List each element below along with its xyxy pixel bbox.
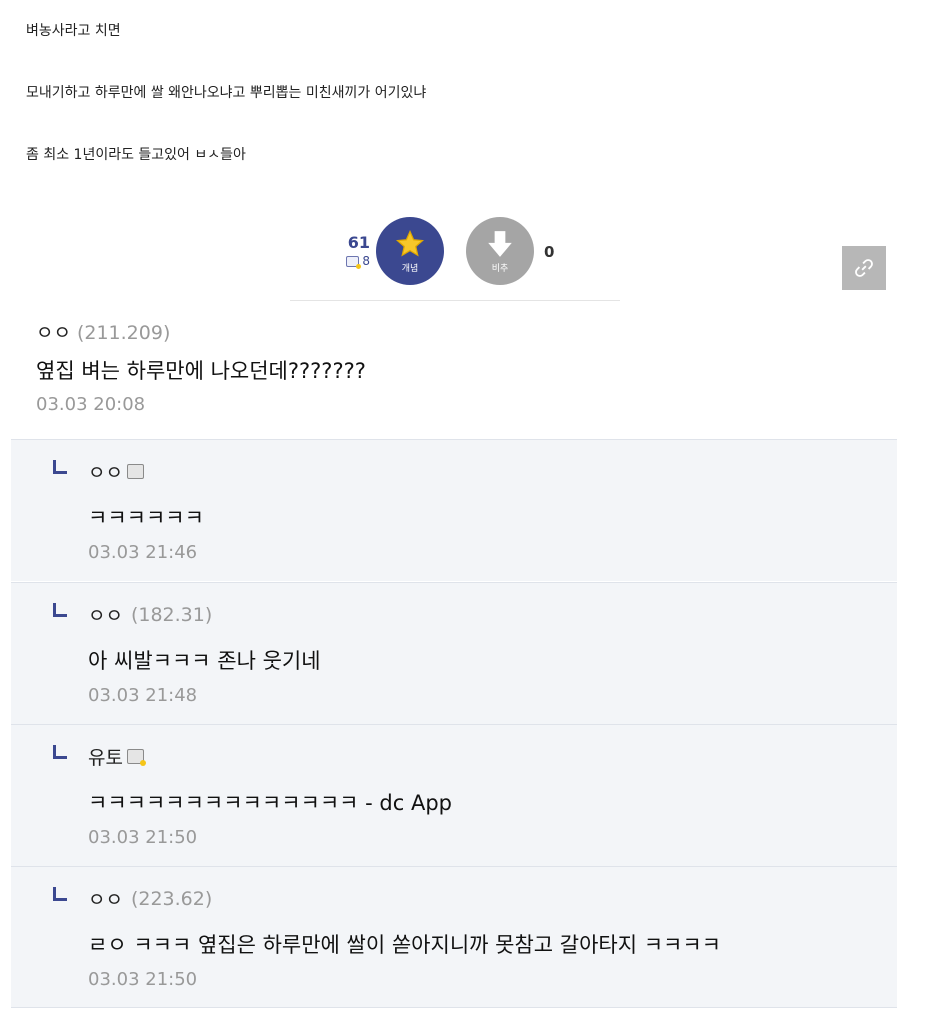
post-line: 벼농사라고 치면 bbox=[26, 23, 121, 39]
recommend-label: 개념 bbox=[401, 263, 419, 274]
reply-nickname[interactable]: ㅇㅇ bbox=[88, 458, 123, 485]
reply-text: ㅋㅋㅋㅋㅋㅋㅋㅋㅋㅋㅋㅋㅋㅋ - dc App bbox=[88, 791, 452, 815]
fixed-count-value: 8 bbox=[362, 254, 370, 268]
star-icon bbox=[395, 229, 425, 257]
vote-count: 61 8 bbox=[340, 233, 370, 269]
comment-date: 03.03 20:08 bbox=[36, 394, 146, 415]
fixed-recommend-count: 8 bbox=[340, 254, 370, 269]
reply-text: ㅋㅋㅋㅋㅋㅋ bbox=[88, 506, 204, 530]
reply-item: ㅇㅇ ㅋㅋㅋㅋㅋㅋ 03.03 21:46 bbox=[11, 439, 897, 581]
vote-area: 61 8 개념 비추 0 bbox=[290, 215, 620, 301]
recommend-count: 61 bbox=[347, 233, 370, 252]
downvote-count: 0 bbox=[544, 243, 555, 261]
reply-arrow-icon bbox=[53, 603, 67, 617]
reply-ip: (182.31) bbox=[130, 603, 213, 626]
reply-date: 03.03 21:50 bbox=[88, 969, 198, 990]
recommend-button[interactable]: 개념 bbox=[376, 217, 444, 285]
fixed-user-icon bbox=[346, 255, 362, 269]
reply-item: ㅇㅇ (223.62) ㄹㅇ ㅋㅋㅋ 옆집은 하루만에 쌀이 쏟아지니까 못참고… bbox=[11, 866, 897, 1008]
link-icon bbox=[855, 259, 873, 277]
reply-text: ㄹㅇ ㅋㅋㅋ 옆집은 하루만에 쌀이 쏟아지니까 못참고 갈아타지 ㅋㅋㅋㅋ bbox=[88, 933, 721, 957]
reply-arrow-icon bbox=[53, 887, 67, 901]
comment-item: ㅇㅇ (211.209) 옆집 벼는 하루만에 나오던데??????? 03.03… bbox=[36, 318, 366, 415]
post-line: 모내기하고 하루만에 쌀 왜안나오냐고 뿌리뽑는 미친새끼가 어기있냐 bbox=[26, 85, 427, 101]
reply-date: 03.03 21:50 bbox=[88, 827, 198, 848]
reply-item: 유토 ㅋㅋㅋㅋㅋㅋㅋㅋㅋㅋㅋㅋㅋㅋ - dc App 03.03 21:50 bbox=[11, 724, 897, 866]
half-fixed-user-icon bbox=[126, 749, 146, 766]
down-arrow-icon bbox=[488, 230, 512, 257]
comment-text: 옆집 벼는 하루만에 나오던데??????? bbox=[36, 359, 366, 383]
reply-nickname[interactable]: ㅇㅇ bbox=[88, 601, 123, 628]
fixed-user-icon bbox=[126, 464, 144, 479]
comment-ip: (211.209) bbox=[76, 322, 171, 344]
reply-date: 03.03 21:48 bbox=[88, 685, 198, 706]
divider bbox=[11, 1007, 897, 1008]
reply-arrow-icon bbox=[53, 745, 67, 759]
post-line: 좀 최소 1년이라도 들고있어 ㅂㅅ들아 bbox=[26, 147, 246, 163]
reply-arrow-icon bbox=[53, 460, 67, 474]
share-link-button[interactable] bbox=[842, 246, 886, 290]
reply-nickname[interactable]: 유토 bbox=[88, 743, 123, 770]
reply-ip: (223.62) bbox=[130, 887, 213, 910]
downvote-button[interactable]: 비추 bbox=[466, 217, 534, 285]
reply-nickname[interactable]: ㅇㅇ bbox=[88, 885, 123, 912]
reply-item: ㅇㅇ (182.31) 아 씨발ㅋㅋㅋ 존나 웃기네 03.03 21:48 bbox=[11, 582, 897, 724]
reply-text: 아 씨발ㅋㅋㅋ 존나 웃기네 bbox=[88, 649, 321, 673]
downvote-label: 비추 bbox=[491, 263, 509, 274]
reply-date: 03.03 21:46 bbox=[88, 542, 198, 563]
comment-nickname[interactable]: ㅇㅇ bbox=[36, 322, 71, 344]
